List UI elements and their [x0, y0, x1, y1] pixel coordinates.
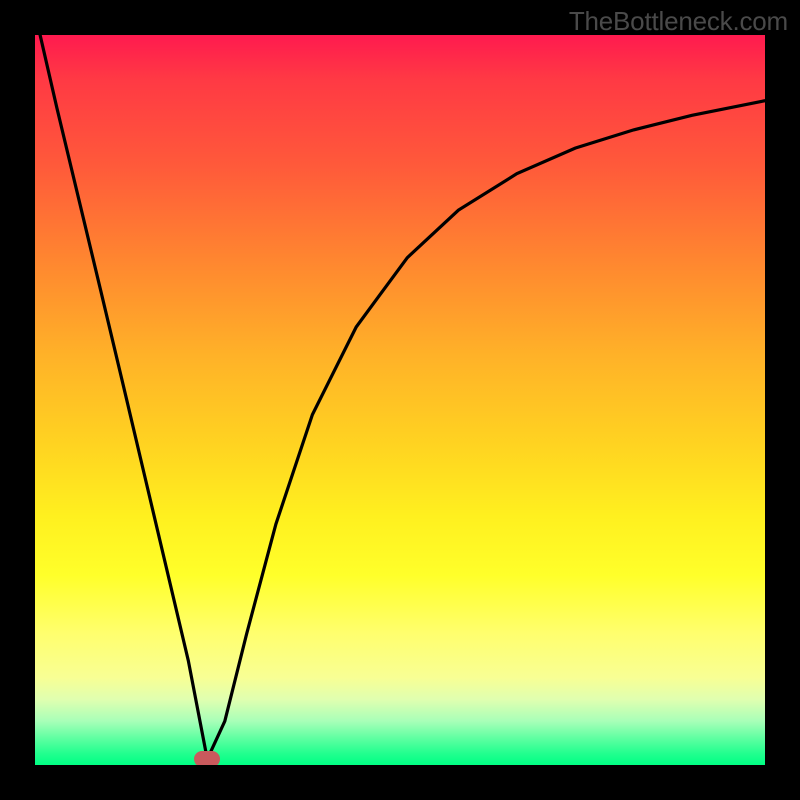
curve-left-branch: [40, 35, 207, 759]
curve-layer: [35, 35, 765, 765]
chart-container: TheBottleneck.com: [0, 0, 800, 800]
frame-left: [0, 0, 35, 800]
frame-right: [765, 0, 800, 800]
minimum-marker: [194, 751, 220, 767]
curve-right-branch: [207, 101, 765, 759]
frame-bottom: [0, 765, 800, 800]
attribution-text: TheBottleneck.com: [569, 6, 788, 37]
